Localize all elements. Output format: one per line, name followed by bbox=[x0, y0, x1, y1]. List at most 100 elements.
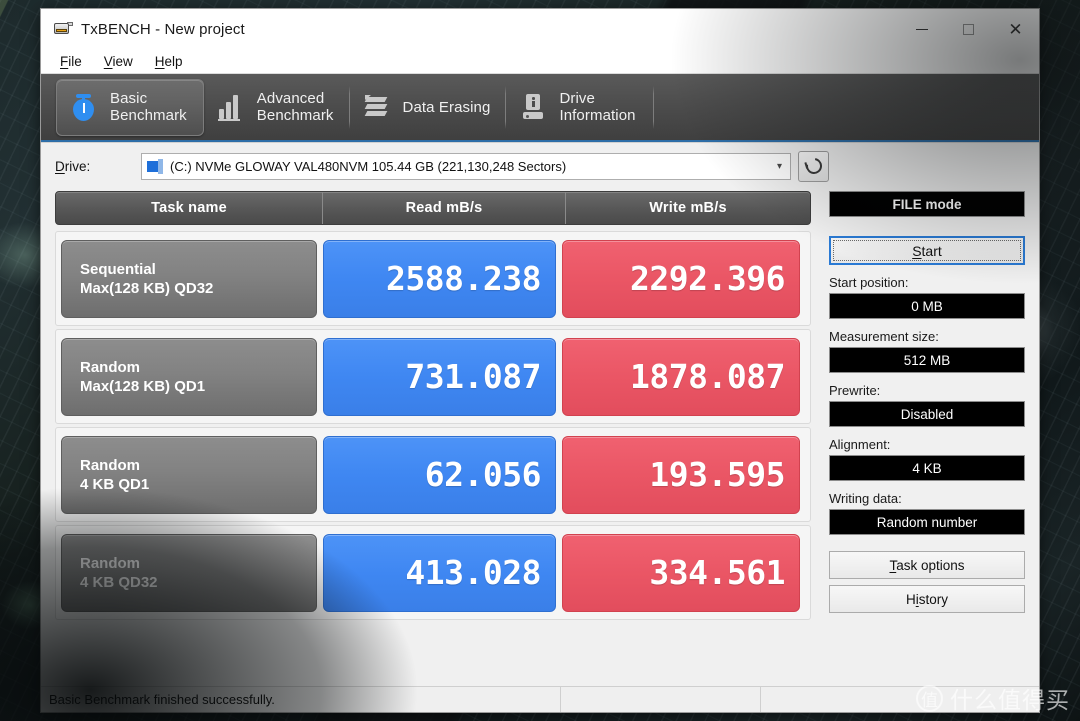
tab-strip-divider bbox=[652, 85, 654, 129]
minimize-button[interactable] bbox=[898, 9, 945, 49]
menu-view-rest: iew bbox=[112, 53, 133, 69]
drive-icon bbox=[147, 158, 164, 174]
menu-item-help[interactable]: Help bbox=[144, 52, 194, 71]
task-options-rest: ask options bbox=[896, 557, 965, 573]
read-value-cell: 413.028 bbox=[323, 533, 556, 612]
app-body: Drive: (C:) NVMe GLOWAY VAL480NVM 105.44… bbox=[41, 142, 1039, 712]
file-mode-button[interactable]: FILE mode bbox=[829, 191, 1025, 217]
prewrite-value[interactable]: Disabled bbox=[829, 401, 1025, 427]
menu-item-file[interactable]: File bbox=[49, 52, 93, 71]
menu-file-accel: F bbox=[60, 53, 69, 69]
menu-bar: File View Help bbox=[41, 49, 1039, 74]
drive-select-value: (C:) NVMe GLOWAY VAL480NVM 105.44 GB (22… bbox=[170, 158, 567, 174]
erase-icon bbox=[360, 90, 394, 124]
task-name-line1: Random bbox=[80, 358, 140, 376]
history-pre: H bbox=[905, 591, 916, 607]
menu-item-view[interactable]: View bbox=[93, 52, 144, 71]
write-value-cell: 2292.396 bbox=[562, 239, 800, 318]
alignment-value[interactable]: 4 KB bbox=[829, 455, 1025, 481]
table-row: Sequential Max(128 KB) QD32 2588.238 229… bbox=[55, 231, 811, 326]
start-button-accel: S bbox=[912, 242, 922, 259]
bar-chart-icon bbox=[214, 90, 248, 124]
menu-view-accel: V bbox=[103, 53, 113, 69]
start-button[interactable]: Start bbox=[829, 236, 1025, 265]
alignment-label: Alignment: bbox=[829, 437, 891, 452]
drive-selector-row: Drive: (C:) NVMe GLOWAY VAL480NVM 105.44… bbox=[41, 143, 1039, 189]
prewrite-label: Prewrite: bbox=[829, 383, 881, 398]
history-button[interactable]: History bbox=[829, 585, 1025, 613]
results-header-row: Task name Read mB/s Write mB/s bbox=[55, 191, 811, 225]
title-bar: TxBENCH - New project ✕ bbox=[41, 9, 1039, 49]
task-name-line1: Random bbox=[80, 456, 140, 474]
column-header-task-name: Task name bbox=[151, 200, 227, 216]
writing-data-label: Writing data: bbox=[829, 491, 902, 506]
table-row: Random Max(128 KB) QD1 731.087 1878.087 bbox=[55, 329, 811, 424]
column-header-read: Read mB/s bbox=[322, 192, 565, 224]
task-name-line1: Random bbox=[80, 554, 140, 572]
read-value-cell: 731.087 bbox=[323, 337, 556, 416]
drive-app-icon bbox=[53, 20, 73, 38]
window-title: TxBENCH - New project bbox=[81, 20, 245, 38]
stopwatch-icon bbox=[67, 90, 101, 124]
task-name-cell: Random Max(128 KB) QD1 bbox=[61, 337, 317, 416]
task-name-cell: Sequential Max(128 KB) QD32 bbox=[61, 239, 317, 318]
desktop-background: TxBENCH - New project ✕ File View Help B… bbox=[0, 0, 1080, 721]
drive-label-accel: D bbox=[55, 158, 65, 174]
column-header-write: Write mB/s bbox=[565, 192, 810, 224]
main-content: Task name Read mB/s Write mB/s Sequentia… bbox=[41, 189, 1039, 686]
status-segment-2 bbox=[561, 687, 761, 712]
task-name-line1: Sequential bbox=[80, 260, 156, 278]
results-rows: Sequential Max(128 KB) QD32 2588.238 229… bbox=[55, 231, 811, 623]
close-button[interactable]: ✕ bbox=[992, 9, 1039, 49]
chevron-down-icon: ▾ bbox=[776, 160, 782, 172]
tab-basic-benchmark[interactable]: Basic Benchmark bbox=[56, 78, 204, 136]
task-name-cell: Random 4 KB QD32 bbox=[61, 533, 317, 612]
measurement-size-label: Measurement size: bbox=[829, 329, 939, 344]
tab-drive-information-label: Drive Information bbox=[559, 90, 636, 124]
write-value-cell: 1878.087 bbox=[562, 337, 800, 416]
tab-data-erasing[interactable]: Data Erasing bbox=[348, 79, 507, 136]
window-controls: ✕ bbox=[898, 9, 1039, 49]
refresh-button[interactable] bbox=[798, 150, 829, 182]
table-row: Random 4 KB QD1 62.056 193.595 bbox=[55, 427, 811, 522]
maximize-button[interactable] bbox=[945, 9, 992, 49]
drive-info-icon bbox=[516, 90, 550, 124]
task-options-button[interactable]: Task options bbox=[829, 551, 1025, 579]
write-value-cell: 334.561 bbox=[562, 533, 800, 612]
tab-basic-benchmark-label: Basic Benchmark bbox=[110, 90, 187, 124]
drive-label: Drive: bbox=[55, 159, 141, 174]
txbench-window: TxBENCH - New project ✕ File View Help B… bbox=[40, 8, 1040, 713]
start-position-label: Start position: bbox=[829, 275, 909, 290]
benchmark-results: Task name Read mB/s Write mB/s Sequentia… bbox=[55, 189, 811, 686]
task-name-line2: Max(128 KB) QD32 bbox=[80, 279, 214, 297]
writing-data-value[interactable]: Random number bbox=[829, 509, 1025, 535]
write-value-cell: 193.595 bbox=[562, 435, 800, 514]
status-message: Basic Benchmark finished successfully. bbox=[41, 687, 561, 712]
task-name-line2: 4 KB QD32 bbox=[80, 573, 158, 591]
start-button-rest: tart bbox=[921, 242, 942, 259]
read-value-cell: 2588.238 bbox=[323, 239, 556, 318]
status-bar: Basic Benchmark finished successfully. bbox=[41, 686, 1039, 712]
menu-help-accel: H bbox=[154, 53, 165, 69]
tab-advanced-benchmark[interactable]: Advanced Benchmark bbox=[202, 79, 350, 136]
history-rest: story bbox=[918, 591, 948, 607]
task-name-line2: Max(128 KB) QD1 bbox=[80, 377, 206, 395]
close-icon: ✕ bbox=[1008, 19, 1023, 39]
minimize-icon bbox=[915, 28, 928, 30]
options-sidebar: FILE mode Start Start position: 0 MB Mea… bbox=[811, 189, 1039, 686]
read-value-cell: 62.056 bbox=[323, 435, 556, 514]
tab-advanced-benchmark-label: Advanced Benchmark bbox=[256, 90, 334, 124]
status-segment-3 bbox=[761, 687, 1039, 712]
tab-drive-information[interactable]: Drive Information bbox=[505, 79, 651, 136]
measurement-size-value[interactable]: 512 MB bbox=[829, 347, 1025, 373]
start-position-value[interactable]: 0 MB bbox=[829, 293, 1025, 319]
menu-help-rest: elp bbox=[164, 53, 183, 69]
drive-select[interactable]: (C:) NVMe GLOWAY VAL480NVM 105.44 GB (22… bbox=[141, 152, 791, 180]
task-name-line2: 4 KB QD1 bbox=[80, 475, 150, 493]
maximize-icon bbox=[963, 23, 974, 35]
tab-strip: Basic Benchmark Advanced Benchmark Data … bbox=[41, 74, 1039, 142]
drive-label-rest: rive: bbox=[64, 158, 91, 174]
task-name-cell: Random 4 KB QD1 bbox=[61, 435, 317, 514]
table-row: Random 4 KB QD32 413.028 334.561 bbox=[55, 525, 811, 620]
tab-data-erasing-label: Data Erasing bbox=[402, 98, 491, 116]
